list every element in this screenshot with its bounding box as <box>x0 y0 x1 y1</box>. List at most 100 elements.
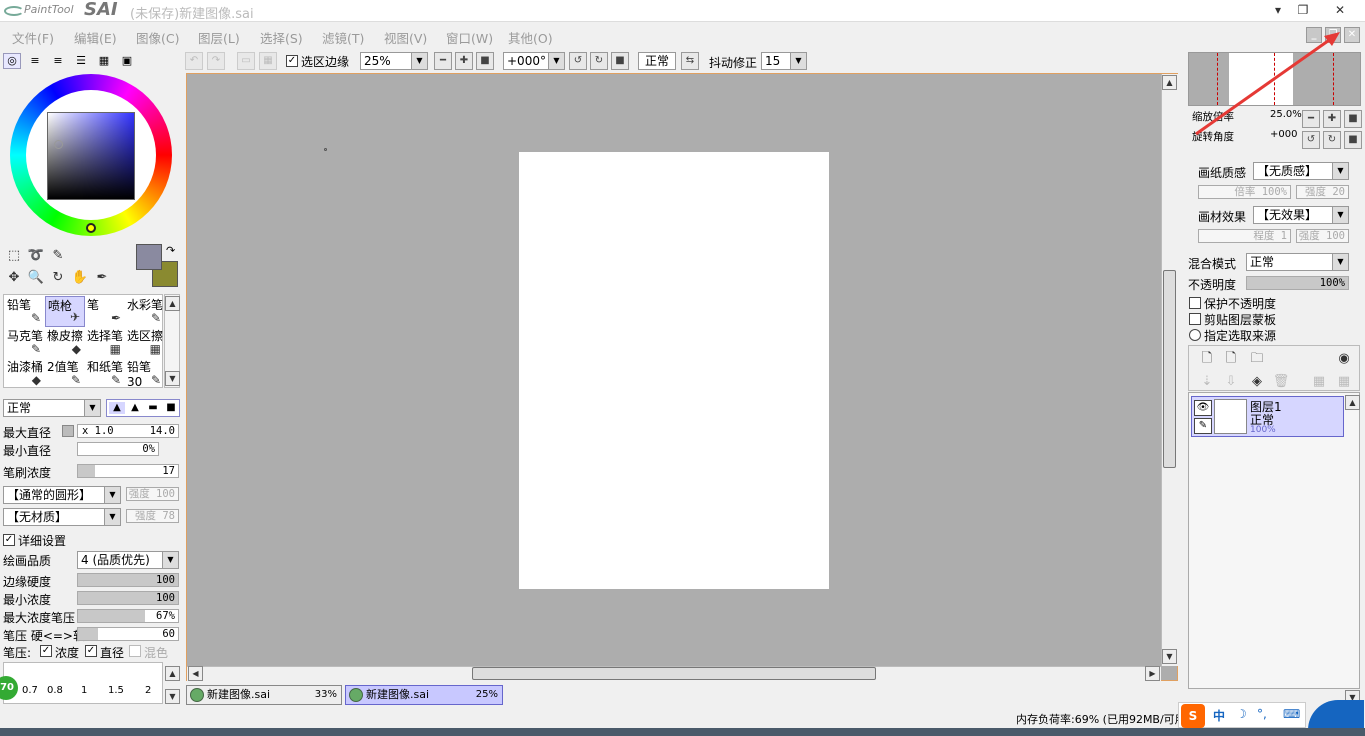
brush-select-eraser[interactable]: 选区擦 ▦ <box>125 327 165 358</box>
deselect-icon[interactable]: ▭ <box>237 52 255 70</box>
clear-layer-icon[interactable]: ◈ <box>1248 373 1266 391</box>
brush-select-pen[interactable]: 选择笔 ▦ <box>85 327 125 358</box>
brush-pen[interactable]: 笔 ✒ <box>85 296 125 327</box>
material-select[interactable]: 【无效果】 ▼ <box>1253 206 1349 224</box>
transfer-down-icon[interactable]: ⇣ <box>1198 373 1216 391</box>
min-size-slider[interactable]: 0% <box>77 442 159 456</box>
saturation-value-square[interactable] <box>47 112 135 200</box>
ime-lang[interactable]: 中 <box>1213 707 1225 724</box>
material-degree-slider[interactable]: 程度 1 <box>1198 229 1291 243</box>
size-preset-0[interactable]: 0.7 <box>22 685 38 696</box>
min-density-slider[interactable]: 100 <box>77 591 179 605</box>
brush-airbrush[interactable]: 喷枪 ✈ <box>45 296 85 327</box>
horizontal-scroll-thumb[interactable] <box>472 667 876 680</box>
zoom-icon[interactable]: 🔍 <box>27 269 45 287</box>
scroll-up-icon[interactable]: ▲ <box>165 666 180 681</box>
scroll-down-icon[interactable]: ▼ <box>165 371 180 386</box>
detail-settings-checkbox[interactable]: ✓ <box>3 534 15 546</box>
menu-edit[interactable]: 编辑(E) <box>74 28 117 47</box>
pressure-blend-checkbox[interactable] <box>129 645 141 657</box>
nav-rotate-right-icon[interactable]: ↻ <box>1323 131 1341 149</box>
tip-flat-icon[interactable]: ■ <box>163 402 179 414</box>
brush-pencil30[interactable]: 铅笔30 ✎ <box>125 358 165 389</box>
scroll-right-icon[interactable]: ▶ <box>1145 666 1160 681</box>
angle-select[interactable]: +000° ▼ <box>503 52 565 70</box>
menu-window[interactable]: 窗口(W) <box>446 28 493 47</box>
flatten-icon[interactable]: ▦ <box>1335 373 1353 391</box>
brush-lock-icon[interactable]: ✎ <box>1194 418 1212 434</box>
hsv-slider-tab-icon[interactable]: ≡ <box>49 53 67 69</box>
paper-scale-slider[interactable]: 倍率 100% <box>1198 185 1291 199</box>
scroll-left-icon[interactable]: ◀ <box>188 666 203 681</box>
brush-bucket[interactable]: 油漆桶 ◆ <box>5 358 45 389</box>
move-icon[interactable]: ✥ <box>5 269 23 287</box>
menu-layer[interactable]: 图层(L) <box>198 28 240 47</box>
scroll-down-icon[interactable]: ▼ <box>1162 649 1177 664</box>
window-restore-button[interactable]: ❐ <box>1294 2 1312 18</box>
tip-sharp-icon[interactable]: ▲ <box>109 402 125 414</box>
nav-zoom-reset-icon[interactable]: ■ <box>1344 110 1362 128</box>
ime-punct[interactable]: °, <box>1257 707 1267 721</box>
moon-icon[interactable]: ☽ <box>1236 707 1247 721</box>
scratchpad-tab-icon[interactable]: ▣ <box>118 53 136 69</box>
pressure-hardness-slider[interactable]: 60 <box>77 627 179 641</box>
flip-horizontal-icon[interactable]: ⇆ <box>681 52 699 70</box>
rgb-slider-tab-icon[interactable]: ≡ <box>26 53 44 69</box>
paper-strength-slider[interactable]: 强度 20 <box>1296 185 1349 199</box>
scroll-up-icon[interactable]: ▲ <box>1345 395 1360 410</box>
sv-marker[interactable] <box>54 140 63 149</box>
window-minimize-button[interactable]: ▾ <box>1269 2 1287 18</box>
canvas-paper[interactable] <box>519 152 829 589</box>
pressure-density-checkbox[interactable]: ✓ <box>40 645 52 657</box>
protect-alpha-checkbox[interactable] <box>1189 297 1201 309</box>
size-preset-3[interactable]: 1.5 <box>108 685 124 696</box>
menu-other[interactable]: 其他(O) <box>508 28 553 47</box>
scroll-up-icon[interactable]: ▲ <box>165 296 180 311</box>
eyedropper-icon[interactable]: ✒ <box>93 269 111 287</box>
menu-view[interactable]: 视图(V) <box>384 28 427 47</box>
menu-filter[interactable]: 滤镜(T) <box>322 28 364 47</box>
clip-mask-checkbox[interactable] <box>1189 313 1201 325</box>
selection-edge-checkbox[interactable]: ✓ <box>286 55 298 67</box>
paper-texture-select[interactable]: 【无质感】 ▼ <box>1253 162 1349 180</box>
mdi-close-button[interactable]: ✕ <box>1344 27 1360 43</box>
rotate-reset-icon[interactable]: ■ <box>611 52 629 70</box>
brush-watercolor[interactable]: 水彩笔 ✎ <box>125 296 165 327</box>
tip-soft-icon[interactable]: ▲ <box>127 402 143 414</box>
edge-hardness-slider[interactable]: 100 <box>77 573 179 587</box>
brush-texture-select[interactable]: 【无材质】 ▼ <box>3 508 121 526</box>
swatch-tab-icon[interactable]: ☰ <box>72 53 90 69</box>
doc-tab-2[interactable]: 新建图像.sai 25% <box>345 685 503 705</box>
max-density-pressure-slider[interactable]: 67% <box>77 609 179 623</box>
brush-blend-mode-select[interactable]: 正常 ▼ <box>3 399 101 417</box>
rotate-left-icon[interactable]: ↺ <box>569 52 587 70</box>
mixer-tab-icon[interactable]: ▦ <box>95 53 113 69</box>
size-preset-2[interactable]: 1 <box>81 685 87 696</box>
zoom-in-icon[interactable]: ✚ <box>455 52 473 70</box>
merge-visible-icon[interactable]: ▦ <box>1310 373 1328 391</box>
brush-washi[interactable]: 和纸笔 ✎ <box>85 358 125 389</box>
color-wheel-tab-icon[interactable]: ◎ <box>3 53 21 69</box>
tip-round-icon[interactable]: ▬ <box>145 402 161 414</box>
brush-binary[interactable]: 2值笔 ✎ <box>45 358 85 389</box>
layer-mask-icon[interactable]: ◉ <box>1335 350 1353 368</box>
shape-strength-slider[interactable]: 强度 100 <box>126 487 179 501</box>
foreground-color-swatch[interactable] <box>136 244 162 270</box>
quality-select[interactable]: 4 (品质优先) ▼ <box>77 551 179 569</box>
zoom-out-icon[interactable]: ━ <box>434 52 452 70</box>
hue-marker[interactable] <box>86 223 96 233</box>
invert-select-icon[interactable]: ▦ <box>259 52 277 70</box>
opacity-slider[interactable]: 100% <box>1246 276 1349 290</box>
eye-icon[interactable]: 👁 <box>1194 400 1212 416</box>
max-size-slider[interactable]: x 1.0 14.0 <box>77 424 179 438</box>
brush-shape-select[interactable]: 【通常的圆形】 ▼ <box>3 486 121 504</box>
sogou-logo-icon[interactable]: S <box>1181 704 1205 728</box>
pressure-size-checkbox[interactable]: ✓ <box>85 645 97 657</box>
texture-strength-slider[interactable]: 强度 78 <box>126 509 179 523</box>
brush-eraser[interactable]: 橡皮擦 ◆ <box>45 327 85 358</box>
size-preset-4[interactable]: 2 <box>145 685 151 696</box>
menu-select[interactable]: 选择(S) <box>260 28 303 47</box>
zoom-reset-icon[interactable]: ■ <box>476 52 494 70</box>
delete-layer-icon[interactable]: 🗑 <box>1272 373 1290 391</box>
mdi-minimize-button[interactable]: _ <box>1306 27 1322 43</box>
